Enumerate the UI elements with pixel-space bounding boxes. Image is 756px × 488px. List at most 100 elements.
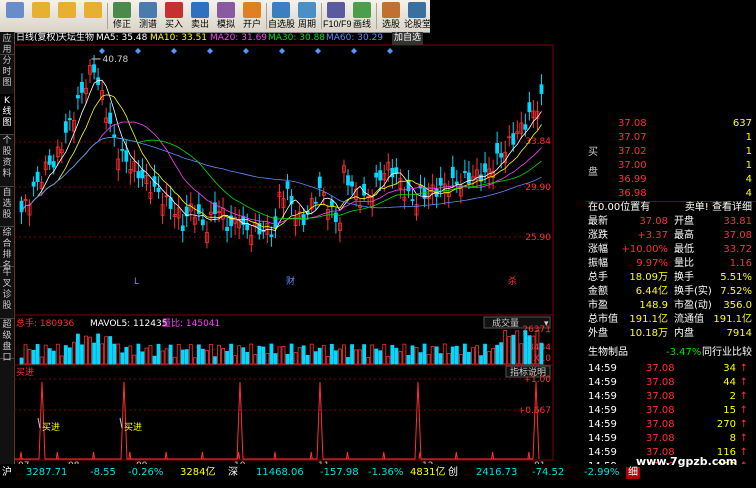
stat-label: 量比 — [674, 258, 694, 269]
kline-chart[interactable]: 33.8429.9025.9040.78L 财杀总手: 180936 MAVOL5:… — [14, 32, 554, 470]
side-tab-6[interactable]: 牛叉诊股 — [0, 266, 14, 319]
buy-signal-label-1: 买进 — [42, 422, 60, 433]
candle-body — [124, 150, 129, 162]
volume-bar — [446, 352, 451, 365]
candle-body — [180, 225, 185, 231]
up-arrow-icon: ↑ — [739, 447, 748, 458]
down-arrow-button[interactable] — [80, 2, 106, 30]
cy-change: -74.52 — [532, 467, 565, 478]
candle-body — [80, 81, 84, 93]
sz-pct: -1.36% — [368, 467, 404, 478]
indicator-label: 买进 — [16, 367, 34, 378]
volume-bar — [192, 357, 197, 365]
candle-body — [112, 134, 117, 137]
side-tab-7[interactable]: 超级盘口 — [0, 318, 14, 363]
status-detail-link[interactable]: 卖单! 查看详细 — [685, 201, 752, 215]
side-tab-2[interactable]: K线图 — [0, 94, 14, 135]
candle-body — [374, 172, 379, 178]
draw-line-icon — [353, 2, 371, 18]
ma20-label: MA20: 31.69 — [210, 33, 268, 43]
side-tab-4[interactable]: 自选股 — [0, 186, 14, 227]
candle-body — [483, 163, 487, 173]
tick-volume: 34 — [723, 363, 736, 374]
stat-label: 最高 — [674, 230, 694, 241]
candle-body — [362, 183, 367, 196]
stat-value: 37.08 — [639, 216, 668, 227]
simulate-button[interactable]: 模拟 — [213, 2, 239, 30]
stock-picker-button[interactable]: 选股 — [378, 2, 404, 30]
side-tab-3[interactable]: 个股资料 — [0, 134, 14, 187]
chart-button[interactable]: 测谱 — [135, 2, 161, 30]
volume-bar — [495, 344, 500, 365]
up-arrow-icon — [58, 2, 76, 18]
quote-panel: 37.08 637 37.07 1 37.02 1 37.00 1 36.99 4 36.98 4 买盘… — [586, 103, 756, 486]
stat-label: 外盘 — [588, 328, 608, 339]
volume-bar — [475, 345, 479, 365]
candle-body — [523, 124, 528, 130]
sector-compare-link[interactable]: 同行业比较 — [702, 346, 752, 360]
volume-bar — [378, 350, 383, 365]
volume-bar — [386, 356, 391, 365]
edit-button[interactable]: 修正 — [109, 2, 135, 30]
volume-bar — [454, 345, 459, 365]
bid-label-buy: 买 — [588, 147, 598, 158]
add-watchlist-link[interactable]: 加自选 — [392, 32, 424, 45]
buy-button[interactable]: 买入 — [161, 2, 187, 30]
open-account-button[interactable]: 开户 — [239, 2, 265, 30]
back-arrow-button[interactable] — [28, 2, 54, 30]
toolbar-button-label: 画线 — [352, 19, 371, 29]
volume-bar — [140, 351, 145, 365]
side-tab-5[interactable]: 综合排名 — [0, 226, 14, 271]
mavol5-label: MAVOL5: 112435 — [90, 319, 167, 329]
volume-bar — [43, 344, 48, 365]
volume-bar — [285, 353, 290, 365]
candle-body — [539, 84, 544, 94]
up-arrow-button[interactable] — [54, 2, 80, 30]
volume-bar — [434, 346, 439, 365]
stat-label: 内盘 — [674, 328, 694, 339]
up-arrow-icon: ↑ — [739, 419, 748, 430]
order-book-row: 36.98 4 — [586, 187, 756, 201]
chart-area[interactable]: 33.84 29.90 25.90 40.78 L 财杀总手: 180936 MAVOL5:… — [14, 32, 554, 470]
tick-price: 37.08 — [646, 405, 675, 416]
sh-index: 3287.71 — [26, 467, 68, 478]
volume-bar — [289, 343, 294, 365]
signal-diamond — [315, 48, 321, 54]
tick-time: 14:59 — [588, 363, 617, 374]
cy-tag[interactable]: 细 — [626, 467, 640, 479]
period-button[interactable]: 周期 — [294, 2, 320, 30]
tick-time: 14:59 — [588, 419, 617, 430]
status-row: 在0.00位置有 卖单! 查看详细 — [586, 201, 756, 215]
volume-bar — [180, 349, 185, 365]
watchlist-button[interactable]: 自选股 — [268, 2, 295, 30]
ma10-label: MA10: 33.51 — [150, 33, 208, 43]
candle-body — [333, 212, 338, 222]
volume-bar — [209, 343, 213, 365]
candle-body — [47, 155, 52, 165]
volume-bar — [523, 330, 528, 365]
stat-label: 换手 — [674, 272, 694, 283]
volume-bar — [72, 341, 76, 365]
draw-line-button[interactable]: 画线 — [349, 2, 375, 30]
home-button[interactable] — [2, 2, 28, 30]
side-tab-0[interactable]: 应用 — [0, 32, 14, 55]
cy-label: 创 — [448, 467, 458, 478]
candle-body — [200, 219, 205, 226]
indicator-axis-top: +1.00 — [523, 375, 551, 385]
volume-bar — [144, 347, 149, 365]
volume-bar — [196, 344, 201, 365]
volume-bar — [325, 356, 330, 365]
forum-button[interactable]: 论股堂 — [404, 2, 431, 30]
up-arrow-icon: ↑ — [739, 405, 748, 416]
tick-time: 14:59 — [588, 405, 617, 416]
order-price: 36.99 — [618, 174, 647, 185]
side-tab-1[interactable]: 分时图 — [0, 54, 14, 95]
volume-bar — [172, 356, 177, 365]
f10-button[interactable]: F10/F9 — [323, 2, 352, 30]
volume-bar — [265, 352, 270, 365]
sell-button[interactable]: 卖出 — [187, 2, 213, 30]
stat-label: 最低 — [674, 244, 694, 255]
volume-bar — [317, 347, 322, 365]
candle-body — [454, 181, 459, 185]
stat-label: 金额 — [588, 286, 608, 297]
